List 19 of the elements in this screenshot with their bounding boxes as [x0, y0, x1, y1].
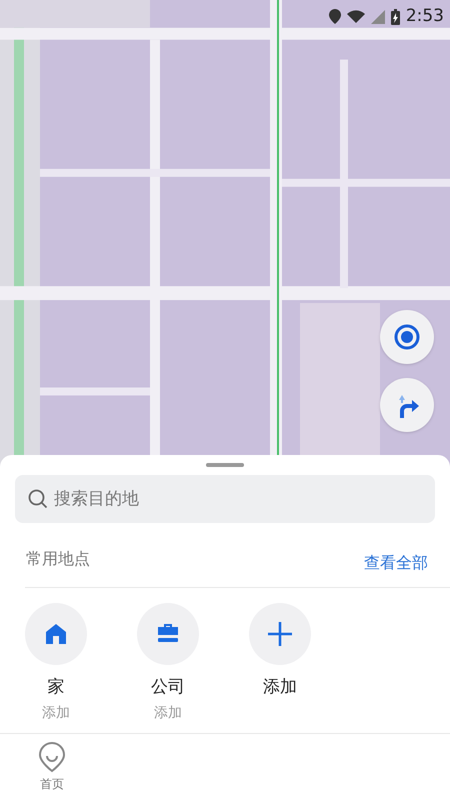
place-status: 添加 — [42, 704, 70, 722]
signal-icon — [370, 10, 385, 24]
target-icon — [394, 324, 420, 350]
place-label: 公司 — [151, 676, 185, 699]
plus-icon — [267, 621, 293, 647]
wifi-icon — [346, 10, 365, 24]
location-pin-icon — [328, 9, 341, 24]
place-status: 添加 — [154, 704, 182, 722]
house-icon — [45, 623, 67, 645]
search-icon — [28, 489, 48, 509]
drag-handle[interactable] — [206, 463, 244, 467]
place-label: 家 — [48, 676, 64, 699]
status-time: 2:53 — [406, 5, 444, 28]
section-title: 常用地点 — [26, 548, 90, 570]
smile-pin-icon — [38, 741, 66, 773]
search-field[interactable]: 搜索目的地 — [15, 475, 435, 523]
nav-tab[interactable]: 首页 — [38, 741, 66, 793]
place-label: 添加 — [263, 676, 297, 699]
view-all-link[interactable]: 查看全部 — [364, 551, 428, 575]
